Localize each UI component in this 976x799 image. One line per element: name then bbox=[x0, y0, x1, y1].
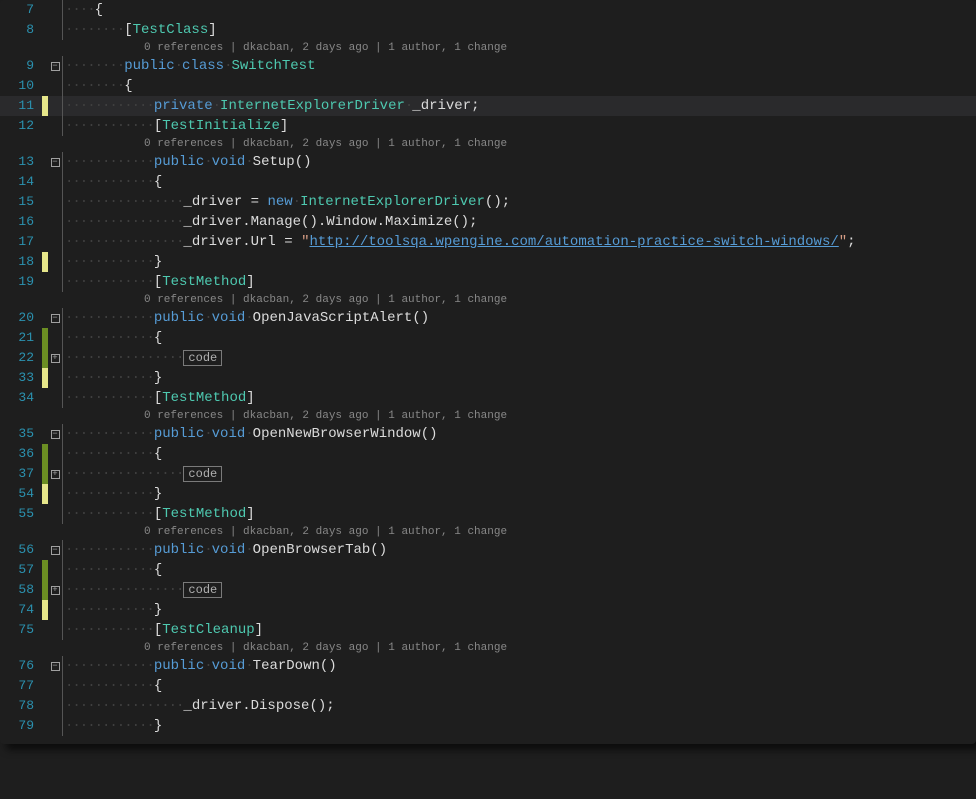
code-line: 15 ················_driver = new·Interne… bbox=[0, 192, 976, 212]
line-number: 10 bbox=[0, 76, 42, 96]
codelens[interactable]: 0 references | dkacban, 2 days ago | 1 a… bbox=[0, 524, 976, 540]
code-line: 8 ········[TestClass] bbox=[0, 20, 976, 40]
code-line: 56 − ············public·void·OpenBrowser… bbox=[0, 540, 976, 560]
codelens[interactable]: 0 references | dkacban, 2 days ago | 1 a… bbox=[0, 292, 976, 308]
line-number: 17 bbox=[0, 232, 42, 252]
line-number: 57 bbox=[0, 560, 42, 580]
fold-toggle-icon[interactable]: − bbox=[51, 62, 60, 71]
code-line: 20 − ············public·void·OpenJavaScr… bbox=[0, 308, 976, 328]
line-number: 34 bbox=[0, 388, 42, 408]
code-line: 7 ····{ bbox=[0, 0, 976, 20]
code-line: 79 ············} bbox=[0, 716, 976, 736]
line-number: 58 bbox=[0, 580, 42, 600]
change-marker-icon bbox=[42, 96, 48, 116]
code-line: 78 ················_driver.Dispose(); bbox=[0, 696, 976, 716]
url-link[interactable]: http://toolsqa.wpengine.com/automation-p… bbox=[309, 234, 838, 250]
line-number: 19 bbox=[0, 272, 42, 292]
line-number: 8 bbox=[0, 20, 42, 40]
line-number: 13 bbox=[0, 152, 42, 172]
collapsed-region[interactable]: code bbox=[183, 466, 222, 482]
code-line: 17 ················_driver.Url = "http:/… bbox=[0, 232, 976, 252]
code-line: 75 ············[TestCleanup] bbox=[0, 620, 976, 640]
line-number: 33 bbox=[0, 368, 42, 388]
line-number: 11 bbox=[0, 96, 42, 116]
change-marker-icon bbox=[42, 252, 48, 272]
code-line: 54 ············} bbox=[0, 484, 976, 504]
line-number: 54 bbox=[0, 484, 42, 504]
code-line: 36 ············{ bbox=[0, 444, 976, 464]
code-editor[interactable]: 7 ····{ 8 ········[TestClass] 0 referenc… bbox=[0, 0, 976, 744]
line-number: 14 bbox=[0, 172, 42, 192]
line-number: 16 bbox=[0, 212, 42, 232]
code-line: 18 ············} bbox=[0, 252, 976, 272]
code-line: 21 ············{ bbox=[0, 328, 976, 348]
line-number: 74 bbox=[0, 600, 42, 620]
codelens[interactable]: 0 references | dkacban, 2 days ago | 1 a… bbox=[0, 408, 976, 424]
code-line: 16 ················_driver.Manage().Wind… bbox=[0, 212, 976, 232]
line-number: 20 bbox=[0, 308, 42, 328]
code-line: 19 ············[TestMethod] bbox=[0, 272, 976, 292]
line-number: 76 bbox=[0, 656, 42, 676]
code-line: 76 − ············public·void·TearDown() bbox=[0, 656, 976, 676]
change-marker-icon bbox=[42, 328, 48, 348]
line-number: 35 bbox=[0, 424, 42, 444]
line-number: 22 bbox=[0, 348, 42, 368]
line-number: 79 bbox=[0, 716, 42, 736]
code-line: 12 ············[TestInitialize] bbox=[0, 116, 976, 136]
fold-toggle-icon[interactable]: − bbox=[51, 430, 60, 439]
line-number: 75 bbox=[0, 620, 42, 640]
change-marker-icon bbox=[42, 444, 48, 464]
codelens[interactable]: 0 references | dkacban, 2 days ago | 1 a… bbox=[0, 136, 976, 152]
code-line: 13 − ············public·void·Setup() bbox=[0, 152, 976, 172]
collapsed-region[interactable]: code bbox=[183, 350, 222, 366]
code-line: 77 ············{ bbox=[0, 676, 976, 696]
change-marker-icon bbox=[42, 368, 48, 388]
fold-toggle-icon[interactable]: + bbox=[51, 354, 60, 363]
fold-toggle-icon[interactable]: + bbox=[51, 586, 60, 595]
codelens[interactable]: 0 references | dkacban, 2 days ago | 1 a… bbox=[0, 640, 976, 656]
line-number: 18 bbox=[0, 252, 42, 272]
line-number: 12 bbox=[0, 116, 42, 136]
code-line: 14 ············{ bbox=[0, 172, 976, 192]
change-marker-icon bbox=[42, 600, 48, 620]
line-number: 37 bbox=[0, 464, 42, 484]
fold-toggle-icon[interactable]: + bbox=[51, 470, 60, 479]
codelens[interactable]: 0 references | dkacban, 2 days ago | 1 a… bbox=[0, 40, 976, 56]
code-line: 11 ············private·InternetExplorerD… bbox=[0, 96, 976, 116]
line-number: 55 bbox=[0, 504, 42, 524]
line-number: 21 bbox=[0, 328, 42, 348]
fold-toggle-icon[interactable]: − bbox=[51, 662, 60, 671]
fold-toggle-icon[interactable]: − bbox=[51, 546, 60, 555]
code-line: 37 + ················code bbox=[0, 464, 976, 484]
line-number: 78 bbox=[0, 696, 42, 716]
code-line: 22 + ················code bbox=[0, 348, 976, 368]
code-line: 74 ············} bbox=[0, 600, 976, 620]
code-line: 9 − ········public·class·SwitchTest bbox=[0, 56, 976, 76]
code-line: 34 ············[TestMethod] bbox=[0, 388, 976, 408]
line-number: 9 bbox=[0, 56, 42, 76]
line-number: 77 bbox=[0, 676, 42, 696]
line-number: 56 bbox=[0, 540, 42, 560]
line-number: 36 bbox=[0, 444, 42, 464]
code-line: 33 ············} bbox=[0, 368, 976, 388]
fold-toggle-icon[interactable]: − bbox=[51, 314, 60, 323]
code-line: 58 + ················code bbox=[0, 580, 976, 600]
code-line: 35 − ············public·void·OpenNewBrow… bbox=[0, 424, 976, 444]
line-number: 7 bbox=[0, 0, 42, 20]
code-line: 55 ············[TestMethod] bbox=[0, 504, 976, 524]
code-line: 10 ········{ bbox=[0, 76, 976, 96]
change-marker-icon bbox=[42, 560, 48, 580]
fold-toggle-icon[interactable]: − bbox=[51, 158, 60, 167]
code-line: 57 ············{ bbox=[0, 560, 976, 580]
collapsed-region[interactable]: code bbox=[183, 582, 222, 598]
change-marker-icon bbox=[42, 484, 48, 504]
line-number: 15 bbox=[0, 192, 42, 212]
